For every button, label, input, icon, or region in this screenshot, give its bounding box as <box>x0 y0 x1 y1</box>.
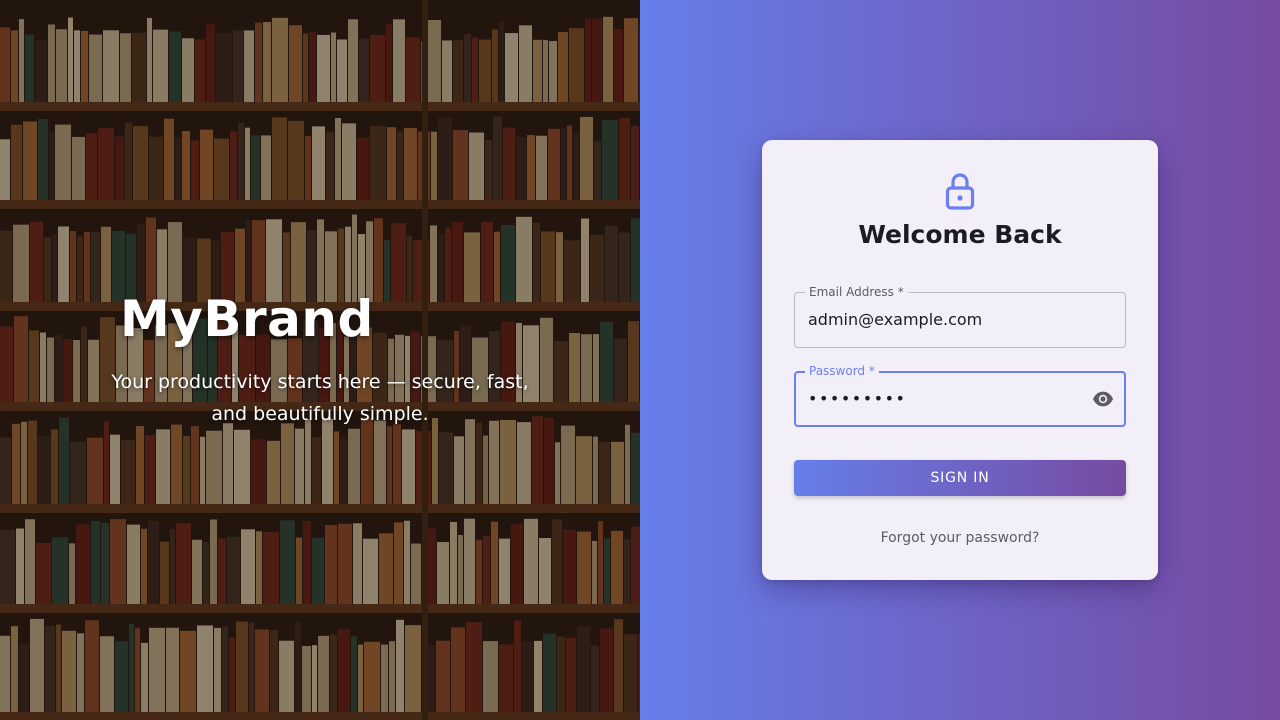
forgot-password-link[interactable]: Forgot your password? <box>762 530 1158 546</box>
email-label: Email Address * <box>805 285 908 299</box>
password-field[interactable]: Password * ••••••••• <box>794 364 1126 427</box>
hero-panel: MyBrand Your productivity starts here — … <box>0 0 640 720</box>
hero-content: MyBrand Your productivity starts here — … <box>0 0 640 720</box>
lock-icon <box>945 173 975 210</box>
email-input[interactable]: admin@example.com <box>808 310 982 329</box>
brand-tagline: Your productivity starts here — secure, … <box>111 371 529 425</box>
login-panel: Welcome Back Email Address * admin@examp… <box>640 0 1280 720</box>
login-card: Welcome Back Email Address * admin@examp… <box>762 140 1158 580</box>
sign-in-button[interactable]: SIGN IN <box>794 460 1126 496</box>
password-label: Password * <box>805 364 879 378</box>
email-field[interactable]: Email Address * admin@example.com <box>794 285 1126 348</box>
login-title: Welcome Back <box>858 220 1062 249</box>
eye-icon[interactable] <box>1092 390 1114 408</box>
password-input[interactable]: ••••••••• <box>808 389 906 408</box>
brand-title: MyBrand <box>120 290 374 348</box>
